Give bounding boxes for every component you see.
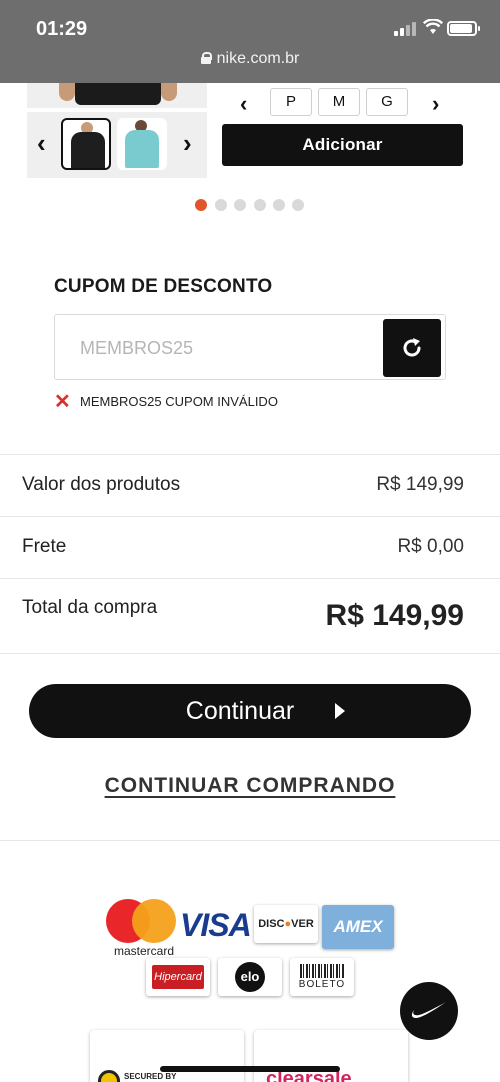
nike-swoosh-icon — [411, 1002, 446, 1018]
coupon-input[interactable]: MEMBROS25 — [80, 338, 193, 359]
size-button-g[interactable]: G — [366, 88, 408, 116]
lock-seal-icon — [98, 1070, 120, 1082]
coupon-title: CUPOM DE DESCONTO — [54, 276, 273, 297]
product-thumbnails: ‹ › — [27, 112, 207, 178]
carousel-dot[interactable] — [292, 199, 304, 211]
amex-logo: AMEX — [322, 905, 394, 949]
carousel-dot[interactable] — [273, 199, 285, 211]
size-button-m[interactable]: M — [318, 88, 360, 116]
apply-coupon-button[interactable] — [383, 319, 441, 377]
coupon-error-text: MEMBROS25 CUPOM INVÁLIDO — [80, 394, 278, 409]
boleto-logo: BOLETO — [290, 958, 354, 996]
thumb-prev-chevron-icon[interactable]: ‹ — [37, 128, 46, 159]
carousel-dot[interactable] — [234, 199, 246, 211]
divider — [0, 653, 500, 654]
clearsale-seal: clearsale — [254, 1030, 408, 1082]
size-prev-chevron-icon[interactable]: ‹ — [240, 91, 247, 117]
mastercard-logo: mastercard — [106, 899, 176, 958]
home-indicator — [160, 1066, 340, 1072]
refresh-icon — [403, 338, 421, 357]
browser-status-bar: 01:29 nike.com.br — [0, 0, 500, 83]
shipping-label: Frete — [22, 536, 67, 557]
discover-logo: DISC●VER — [254, 905, 318, 943]
url-text: nike.com.br — [216, 50, 300, 67]
product-main-image — [27, 83, 207, 108]
carousel-dot[interactable] — [215, 199, 227, 211]
security-seal: SECURED BY — [90, 1030, 244, 1082]
size-button-p[interactable]: P — [270, 88, 312, 116]
total-amount: R$ 149,99 — [325, 599, 464, 632]
thumbnail-black[interactable] — [61, 118, 111, 170]
shipping-amount: R$ 0,00 — [397, 536, 464, 557]
total-label: Total da compra — [22, 597, 158, 618]
add-to-cart-button[interactable]: Adicionar — [222, 124, 463, 166]
divider — [0, 516, 500, 517]
continue-button[interactable]: Continuar — [29, 684, 471, 738]
elo-logo: elo — [218, 958, 282, 996]
products-value-label: Valor dos produtos — [22, 474, 181, 495]
error-x-icon: ✕ — [54, 391, 71, 413]
visa-logo: VISA — [180, 907, 252, 943]
wifi-icon — [422, 18, 444, 37]
checkout-page: 01:29 nike.com.br ‹ › ‹ P M G › Adiciona… — [0, 0, 500, 1082]
url-bar[interactable]: nike.com.br — [0, 50, 500, 68]
carousel-dot[interactable] — [254, 199, 266, 211]
divider — [0, 840, 500, 841]
hipercard-logo: Hipercard — [146, 958, 210, 996]
size-selector: ‹ P M G › — [232, 88, 464, 118]
status-time: 01:29 — [36, 18, 88, 40]
thumbnail-teal[interactable] — [117, 118, 167, 170]
divider — [0, 454, 500, 455]
keep-shopping-label: CONTINUAR COMPRANDO — [104, 774, 396, 797]
signal-icon — [394, 22, 418, 36]
continue-button-label: Continuar — [185, 697, 295, 725]
carousel-dot[interactable] — [195, 199, 207, 211]
battery-icon — [447, 21, 480, 36]
thumb-next-chevron-icon[interactable]: › — [183, 128, 192, 159]
play-arrow-icon — [335, 703, 345, 719]
size-next-chevron-icon[interactable]: › — [432, 91, 439, 117]
coupon-field: MEMBROS25 — [54, 314, 446, 380]
lock-icon — [200, 52, 212, 64]
divider — [0, 578, 500, 579]
products-value-amount: R$ 149,99 — [376, 474, 464, 495]
nike-chat-button[interactable] — [400, 982, 458, 1040]
keep-shopping-link[interactable]: CONTINUAR COMPRANDO — [0, 774, 500, 798]
